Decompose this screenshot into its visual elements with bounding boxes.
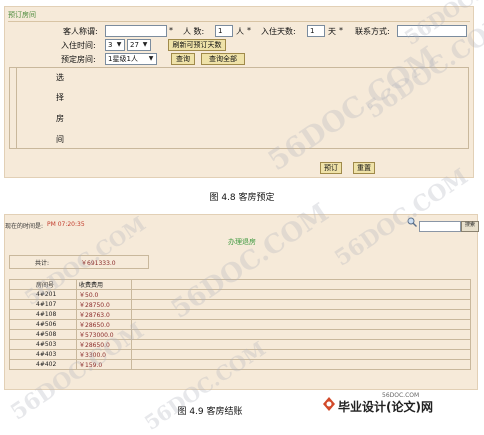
table-row[interactable]: 4#402 ￥159.0	[9, 359, 471, 370]
table-cell	[131, 339, 471, 350]
contact-input[interactable]	[397, 25, 467, 37]
fee-value: ￥573000.0	[76, 329, 132, 340]
table-row[interactable]: 4#506 ￥28650.0	[9, 319, 471, 330]
table-row[interactable]: 4#508 ￥573000.0	[9, 329, 471, 340]
reset-button[interactable]: 重置	[353, 162, 375, 174]
title-divider	[8, 21, 470, 22]
total-label: 共计:	[35, 260, 50, 267]
room-number: 4#107	[9, 299, 77, 310]
room-selection-area: 选 择 房 间	[9, 67, 469, 149]
fee-value: ￥28650.0	[76, 339, 132, 350]
required-mark: *	[169, 26, 173, 35]
table-row[interactable]: 4#107 ￥28750.0	[9, 299, 471, 310]
table-cell	[131, 289, 471, 300]
table-cell	[131, 279, 471, 290]
query-button[interactable]: 查询	[171, 53, 195, 65]
search-input[interactable]	[419, 221, 461, 232]
table-row[interactable]: 4#403 ￥3300.0	[9, 349, 471, 360]
table-row[interactable]: 4#503 ￥28650.0	[9, 339, 471, 350]
logo-text: 毕业设计(论文)网	[338, 400, 433, 414]
booking-panel: 预订房间 客人称谓: * 人 数: 1 人 * 入住天数: 1 天 * 联系方式…	[4, 6, 474, 178]
refresh-days-button[interactable]: 刷新可预订天数	[168, 39, 226, 51]
time-label: 现在的时间是:	[5, 223, 44, 230]
fee-value: ￥159.0	[76, 359, 132, 370]
month-value: 3	[108, 41, 113, 49]
vertical-label-char: 选	[56, 73, 64, 82]
fee-value: ￥28650.0	[76, 319, 132, 330]
table-cell	[131, 329, 471, 340]
search-button[interactable]: 搜索	[461, 221, 479, 232]
fee-value: ￥3300.0	[76, 349, 132, 360]
table-row[interactable]: 4#201 ￥50.0	[9, 289, 471, 300]
vertical-label-char: 房	[56, 114, 64, 123]
table-cell	[131, 309, 471, 320]
table-cell	[131, 319, 471, 330]
room-type-select[interactable]: 1星级1人 ▼	[105, 53, 157, 65]
table-row[interactable]: 4#108 ￥28763.0	[9, 309, 471, 320]
room-number: 4#503	[9, 339, 77, 350]
people-input[interactable]: 1	[215, 25, 233, 37]
room-column-divider	[10, 68, 17, 148]
column-header: 房间号	[9, 279, 77, 290]
guest-name-input[interactable]	[105, 25, 167, 37]
room-number: 4#508	[9, 329, 77, 340]
logo-icon	[323, 397, 335, 411]
column-header: 收费费用	[76, 279, 132, 290]
checkout-panel: 现在的时间是: PM 07:20:35 搜索 办理退房 共计: ￥691333.…	[4, 214, 479, 390]
fee-value: ￥50.0	[76, 289, 132, 300]
vertical-label-char: 择	[56, 93, 64, 102]
room-type-label: 预定房间:	[61, 55, 96, 64]
total-value: ￥691333.0	[81, 260, 116, 267]
room-number: 4#506	[9, 319, 77, 330]
checkin-label: 入住时间:	[61, 41, 96, 50]
panel-title: 预订房间	[8, 11, 36, 19]
month-select[interactable]: 3 ▼	[105, 39, 125, 51]
time-value: PM 07:20:35	[47, 221, 85, 228]
guest-name-label: 客人称谓:	[63, 27, 98, 36]
table-cell	[131, 359, 471, 370]
query-all-button[interactable]: 查询全部	[201, 53, 245, 65]
people-unit: 人	[236, 27, 244, 36]
table-header: 房间号 收费费用	[9, 279, 471, 290]
checkout-table: 房间号 收费费用 4#201 ￥50.0 4#107 ￥28750.0 4#10…	[9, 279, 471, 370]
room-number: 4#108	[9, 309, 77, 320]
chevron-down-icon: ▼	[148, 55, 154, 62]
contact-label: 联系方式:	[355, 27, 390, 36]
required-mark: *	[339, 26, 343, 35]
room-number: 4#403	[9, 349, 77, 360]
total-box	[9, 255, 149, 269]
checkout-title: 办理退房	[228, 238, 256, 246]
figure-caption: 图 4.8 客房预定	[209, 193, 275, 203]
room-number: 4#402	[9, 359, 77, 370]
fee-value: ￥28763.0	[76, 309, 132, 320]
fee-value: ￥28750.0	[76, 299, 132, 310]
chevron-down-icon: ▼	[116, 41, 122, 48]
room-type-value: 1星级1人	[108, 55, 138, 63]
day-select[interactable]: 27 ▼	[127, 39, 151, 51]
room-number: 4#201	[9, 289, 77, 300]
days-unit: 天	[328, 27, 336, 36]
vertical-label-char: 间	[56, 135, 64, 144]
day-value: 27	[130, 41, 139, 49]
days-input[interactable]: 1	[307, 25, 325, 37]
chevron-down-icon: ▼	[142, 41, 148, 48]
required-mark: *	[247, 26, 251, 35]
submit-button[interactable]: 预订	[320, 162, 342, 174]
table-cell	[131, 299, 471, 310]
days-label: 入住天数:	[261, 27, 296, 36]
table-cell	[131, 349, 471, 360]
site-logo: 56DOC.COM 毕业设计(论文)网	[322, 392, 482, 414]
search-icon[interactable]	[407, 217, 417, 227]
people-label: 人 数:	[183, 27, 205, 36]
